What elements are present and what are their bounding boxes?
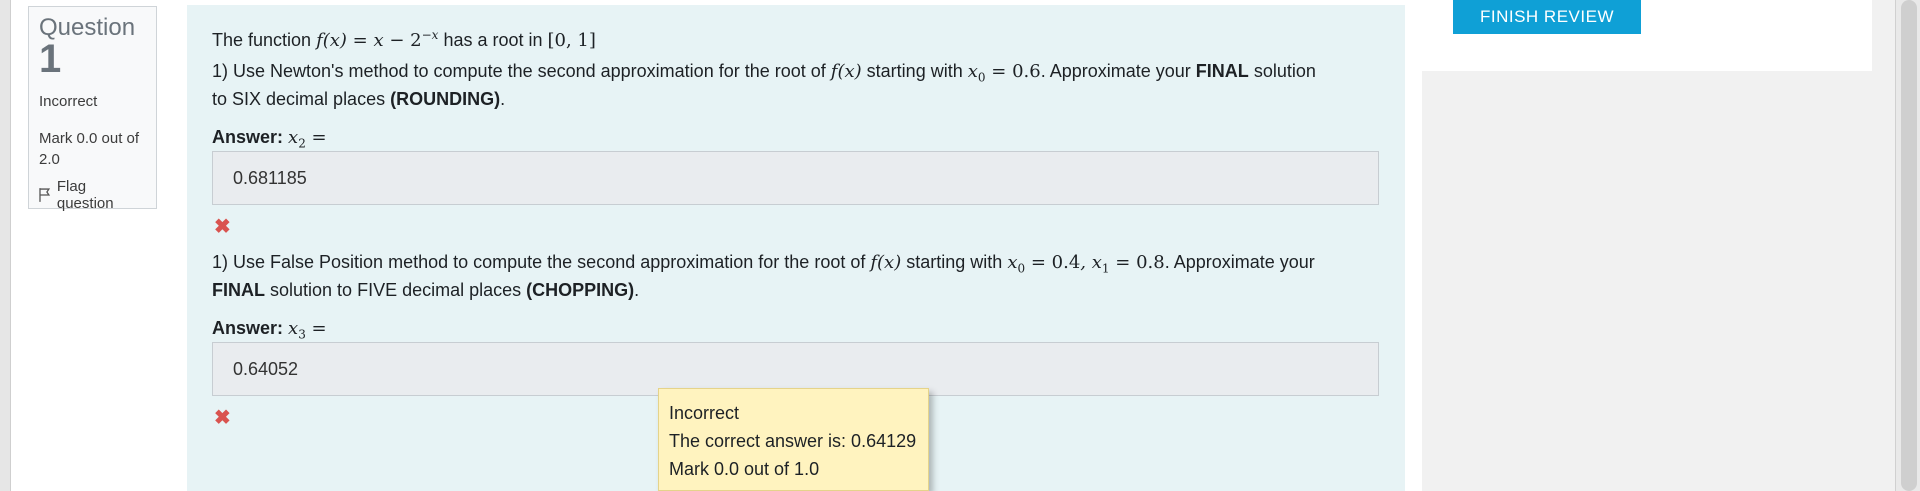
part1-incorrect-icon: ✖ [214, 216, 231, 238]
part1-answer-word: Answer: [212, 127, 284, 147]
scrollbar-thumb[interactable] [1901, 0, 1917, 491]
question-info: Question 1 Incorrect Mark 0.0 out of 2.0… [28, 6, 157, 212]
part2-start-values: x0 = 0.4, x1 = 0.8 [1007, 252, 1165, 276]
part2-final-word: FINAL [212, 280, 265, 300]
part2-line2: FINAL solution to FIVE decimal places (C… [212, 276, 639, 304]
part2-text-a: 1) Use False Position method to compute … [212, 252, 866, 272]
page-left-border [0, 0, 11, 491]
part2-incorrect-icon: ✖ [214, 407, 231, 429]
root-interval: [0, 1] [547, 30, 596, 51]
part1-text-c: . Approximate your [1040, 61, 1191, 81]
flag-icon [39, 188, 51, 202]
part2-text-b: starting with [906, 252, 1003, 272]
part1-start-value: x0 = 0.6 [967, 61, 1041, 85]
question-grade: Mark 0.0 out of 2.0 [39, 130, 140, 168]
tooltip-state: Incorrect [669, 403, 740, 423]
question-intro: The function f(x) = x − 2−x has a root i… [212, 21, 596, 55]
intro-prefix: The function [212, 30, 312, 50]
part1-fx: f(x) [830, 61, 862, 82]
part1-text-a: 1) Use Newton's method to compute the se… [212, 61, 826, 81]
feedback-tooltip: Incorrect The correct answer is: 0.64129… [658, 388, 929, 491]
part2-answer-word: Answer: [212, 318, 284, 338]
page-scrollbar[interactable] [1895, 0, 1920, 491]
part2-chopping-label: (CHOPPING) [526, 280, 635, 300]
flag-question-label: Flag question [56, 178, 114, 212]
part1-answer-var: x2 = [288, 127, 327, 151]
part2-answer-label: Answer: x3 = [212, 318, 327, 342]
function-formula: f(x) = x − 2−x [316, 28, 439, 51]
part2-line2-text: solution to FIVE decimal places [270, 280, 522, 300]
part1-line2-text: to SIX decimal places [212, 89, 386, 109]
part1-text-b: starting with [866, 61, 963, 81]
part1-rounding-label: (ROUNDING) [390, 89, 501, 109]
part1-text-d: solution [1253, 61, 1316, 81]
quiz-navigation-panel: FINISH REVIEW [1422, 0, 1872, 71]
part2-text-c: . Approximate your [1164, 252, 1315, 272]
finish-review-button[interactable]: FINISH REVIEW [1453, 0, 1641, 34]
flag-question-link[interactable]: Flag question [39, 178, 146, 212]
intro-suffix: has a root in [443, 30, 543, 50]
part1-line2: to SIX decimal places (ROUNDING). [212, 85, 505, 113]
part2-answer-var: x3 = [288, 318, 327, 342]
part1-answer-label: Answer: x2 = [212, 127, 327, 151]
part1-line2-end: . [500, 89, 506, 109]
tooltip-correct-answer: The correct answer is: 0.64129 [669, 431, 917, 451]
question-number: 1 [39, 37, 62, 81]
part1-final-word: FINAL [1195, 61, 1249, 81]
tooltip-mark: Mark 0.0 out of 1.0 [669, 459, 820, 479]
part1-answer-field[interactable]: 0.681185 [212, 151, 1379, 205]
right-sidebar: FINISH REVIEW [1422, 0, 1872, 491]
part2-line2-end: . [634, 280, 640, 300]
part2-fx: f(x) [870, 252, 902, 273]
question-state: Incorrect [39, 93, 98, 110]
